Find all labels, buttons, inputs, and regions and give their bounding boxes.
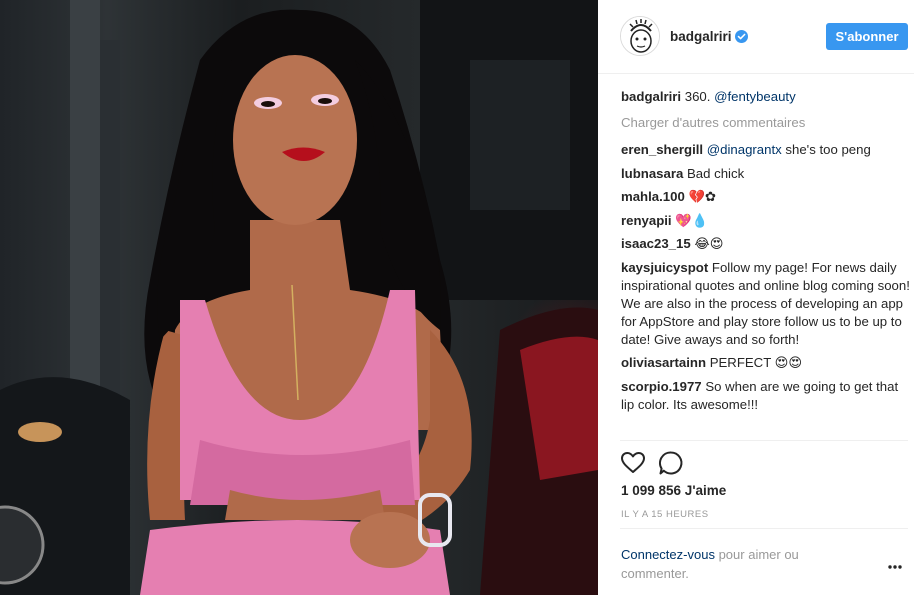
comment-text: 💖💧 — [675, 212, 709, 228]
caption: badgalriri 360. @fentybeauty — [621, 88, 911, 106]
follow-button[interactable]: S'abonner — [826, 23, 908, 50]
divider — [620, 528, 908, 529]
verified-badge-icon — [735, 30, 748, 43]
comment-item: mahla.100 💔✿ — [621, 188, 911, 206]
comment-item: scorpio.1977 So when are we going to get… — [621, 378, 911, 414]
login-link[interactable]: Connectez-vous — [621, 547, 715, 562]
comment-username[interactable]: scorpio.1977 — [621, 379, 702, 394]
comment-mention[interactable]: @dinagrantx — [707, 142, 782, 157]
post-actions — [620, 450, 700, 476]
post-timestamp[interactable]: IL Y A 15 HEURES — [621, 509, 709, 520]
post-header: badgalriri S'abonner — [598, 0, 914, 74]
divider — [620, 440, 908, 441]
load-more-comments-link[interactable]: Charger d'autres commentaires — [621, 114, 911, 132]
comment-text: 💔✿ — [688, 189, 716, 204]
caption-username[interactable]: badgalriri — [621, 89, 681, 104]
avatar-drawing-icon — [621, 17, 659, 55]
more-options-icon[interactable] — [887, 564, 903, 570]
comment-username[interactable]: renyapii — [621, 213, 672, 228]
comment-username[interactable]: eren_shergill — [621, 142, 703, 157]
comment-item: isaac23_15 😂😍 — [621, 235, 911, 253]
comment-text: 😂😍 — [694, 236, 724, 251]
post-image — [0, 0, 598, 595]
likes-count[interactable]: 1 099 856 J'aime — [621, 483, 726, 498]
comment-username[interactable]: kaysjuicyspot — [621, 260, 708, 275]
comment-text: she's too peng — [785, 142, 871, 157]
comment-username[interactable]: lubnasara — [621, 166, 683, 181]
comment-text: Bad chick — [686, 165, 745, 181]
comment-item: renyapii 💖💧 — [621, 212, 911, 230]
comment-item: lubnasara Bad chick — [621, 165, 911, 183]
caption-text: 360. — [684, 89, 711, 104]
caption-mention[interactable]: @fentybeauty — [714, 89, 796, 104]
comment-item: kaysjuicyspot Follow my page! For news d… — [621, 259, 911, 349]
profile-avatar[interactable] — [620, 16, 660, 56]
comment-item: eren_shergill @dinagrantx she's too peng — [621, 141, 911, 159]
login-prompt: Connectez-vous pour aimer ou commenter. — [621, 545, 861, 583]
comment-text: PERFECT 😍😍 — [709, 355, 803, 370]
comment-icon[interactable] — [658, 450, 684, 476]
comment-username[interactable]: mahla.100 — [621, 189, 685, 204]
comments-list: badgalriri 360. @fentybeauty Charger d'a… — [621, 88, 911, 419]
comment-username[interactable]: isaac23_15 — [621, 236, 691, 251]
comment-item: oliviasartainn PERFECT 😍😍 — [621, 354, 911, 372]
comment-username[interactable]: oliviasartainn — [621, 355, 706, 370]
heart-icon[interactable] — [620, 450, 646, 476]
post-photo[interactable] — [0, 0, 598, 595]
post-author-username[interactable]: badgalriri — [670, 29, 732, 44]
post-sidebar: badgalriri S'abonner badgalriri 360. @fe… — [598, 0, 914, 595]
